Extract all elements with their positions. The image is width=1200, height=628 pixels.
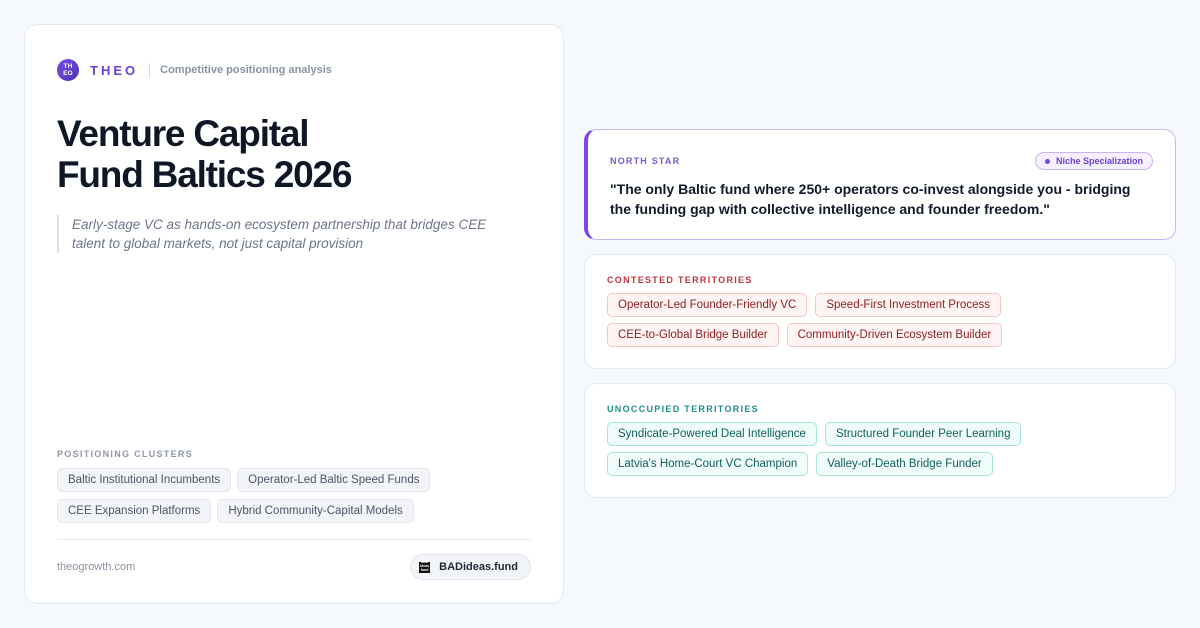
overview-card: TH EO THEO Competitive positioning analys… bbox=[24, 24, 564, 604]
card-footer: theogrowth.com BAD ideas fund BADideas.fun… bbox=[57, 539, 531, 580]
north-star-card: NORTH STAR Niche Specialization "The onl… bbox=[584, 129, 1176, 240]
client-badge: BAD ideas fund BADideas.fund bbox=[410, 554, 531, 580]
cluster-chip: CEE Expansion Platforms bbox=[57, 499, 212, 523]
cluster-chip: Baltic Institutional Incumbents bbox=[57, 468, 232, 492]
page-title-line-2: Fund Baltics 2026 bbox=[57, 154, 352, 195]
north-star-header: NORTH STAR Niche Specialization bbox=[610, 152, 1153, 170]
unoccupied-chip: Latvia's Home-Court VC Champion bbox=[607, 452, 809, 476]
dot-icon bbox=[1044, 158, 1050, 164]
positioning-tagline: Early-stage VC as hands-on ecosystem par… bbox=[57, 215, 507, 253]
strategy-pill: Niche Specialization bbox=[1034, 152, 1153, 170]
strategy-pill-label: Niche Specialization bbox=[1055, 156, 1143, 166]
clusters-list: Baltic Institutional Incumbents Operator… bbox=[57, 468, 533, 523]
contested-list: Operator-Led Founder-Friendly VC Speed-F… bbox=[607, 293, 1153, 347]
footer-site-link[interactable]: theogrowth.com bbox=[57, 561, 135, 573]
unoccupied-territories-card: UNOCCUPIED TERRITORIES Syndicate-Powered… bbox=[584, 383, 1176, 498]
contested-chip: Community-Driven Ecosystem Builder bbox=[786, 323, 1003, 347]
unoccupied-chip: Syndicate-Powered Deal Intelligence bbox=[607, 422, 817, 446]
unoccupied-label: UNOCCUPIED TERRITORIES bbox=[607, 404, 759, 414]
page-title-line-1: Venture Capital bbox=[57, 113, 310, 154]
theo-logo-icon: TH EO bbox=[57, 59, 79, 81]
positioning-clusters: POSITIONING CLUSTERS Baltic Institutiona… bbox=[57, 449, 533, 523]
north-star-quote: "The only Baltic fund where 250+ operato… bbox=[610, 181, 1131, 217]
brand-name: THEO bbox=[90, 62, 139, 78]
unoccupied-chip: Valley-of-Death Bridge Funder bbox=[816, 452, 993, 476]
clusters-label: POSITIONING CLUSTERS bbox=[57, 449, 194, 459]
unoccupied-chip: Structured Founder Peer Learning bbox=[824, 422, 1022, 446]
client-badge-label: BADideas.fund bbox=[439, 561, 518, 573]
north-star-label: NORTH STAR bbox=[610, 156, 681, 166]
brand-tagline: Competitive positioning analysis bbox=[160, 64, 332, 76]
contested-territories-card: CONTESTED TERRITORIES Operator-Led Found… bbox=[584, 254, 1176, 369]
cluster-chip: Operator-Led Baltic Speed Funds bbox=[237, 468, 431, 492]
brand-divider bbox=[149, 62, 151, 78]
contested-chip: CEE-to-Global Bridge Builder bbox=[607, 323, 779, 347]
cluster-chip: Hybrid Community-Capital Models bbox=[217, 499, 414, 523]
unoccupied-list: Syndicate-Powered Deal Intelligence Stru… bbox=[607, 422, 1153, 476]
brand-header: TH EO THEO Competitive positioning analys… bbox=[57, 59, 531, 81]
page-title: Venture Capital Fund Baltics 2026 bbox=[57, 113, 531, 195]
contested-chip: Operator-Led Founder-Friendly VC bbox=[607, 293, 808, 317]
contested-chip: Speed-First Investment Process bbox=[815, 293, 1001, 317]
contested-label: CONTESTED TERRITORIES bbox=[607, 275, 753, 285]
badideas-logo-icon: BAD ideas fund bbox=[419, 560, 431, 573]
